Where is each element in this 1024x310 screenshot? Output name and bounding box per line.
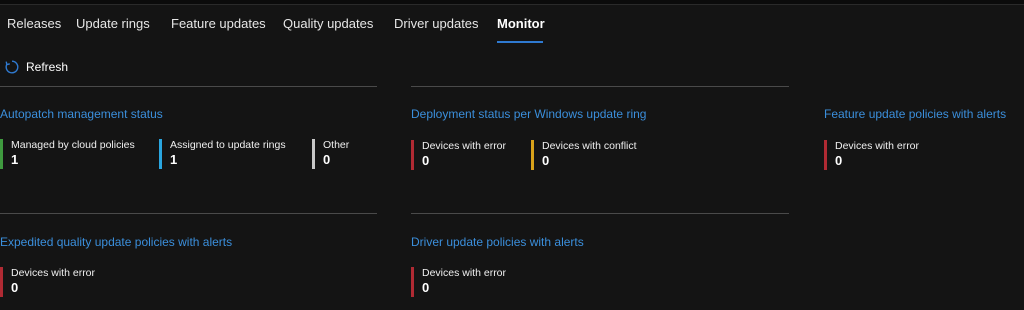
refresh-button[interactable]: Refresh bbox=[4, 58, 68, 76]
card-title[interactable]: Deployment status per Windows update rin… bbox=[411, 107, 789, 121]
metric-value: 0 bbox=[542, 153, 550, 168]
metric-value: 0 bbox=[835, 153, 843, 168]
metric-assigned-to-update-rings[interactable]: Assigned to update rings 1 bbox=[159, 139, 286, 169]
metric-label: Other bbox=[323, 139, 350, 151]
divider bbox=[0, 86, 377, 87]
tab-monitor[interactable]: Monitor bbox=[497, 16, 545, 31]
card-title[interactable]: Feature update policies with alerts bbox=[824, 107, 1024, 121]
divider bbox=[0, 213, 377, 214]
metric-label: Devices with error bbox=[422, 140, 507, 152]
metric-devices-with-conflict[interactable]: Devices with conflict 0 bbox=[531, 140, 637, 170]
metric-value: 1 bbox=[11, 152, 19, 167]
card-title[interactable]: Driver update policies with alerts bbox=[411, 235, 789, 249]
metric-label: Assigned to update rings bbox=[170, 139, 286, 151]
metric-label: Managed by cloud policies bbox=[11, 139, 135, 151]
metric-devices-with-error[interactable]: Devices with error 0 bbox=[0, 267, 95, 297]
divider bbox=[411, 86, 789, 87]
metric-managed-by-cloud-policies[interactable]: Managed by cloud policies 1 bbox=[0, 139, 135, 169]
tab-update-rings[interactable]: Update rings bbox=[76, 16, 150, 31]
metric-label: Devices with error bbox=[11, 267, 96, 279]
tab-feature-updates[interactable]: Feature updates bbox=[171, 16, 266, 31]
card-feature-update-alerts: Feature update policies with alerts Devi… bbox=[824, 107, 1024, 177]
card-title[interactable]: Autopatch management status bbox=[0, 107, 377, 121]
tab-strip: Releases Update rings Feature updates Qu… bbox=[0, 5, 1024, 43]
card-expedited-quality-update-alerts: Expedited quality update policies with a… bbox=[0, 235, 377, 305]
refresh-label: Refresh bbox=[26, 60, 69, 74]
divider bbox=[411, 213, 789, 214]
metric-label: Devices with error bbox=[835, 140, 920, 152]
metric-devices-with-error[interactable]: Devices with error 0 bbox=[411, 267, 506, 297]
card-driver-update-alerts: Driver update policies with alerts Devic… bbox=[411, 235, 789, 305]
metric-label: Devices with error bbox=[422, 267, 507, 279]
tab-releases[interactable]: Releases bbox=[7, 16, 61, 31]
metric-other[interactable]: Other 0 bbox=[312, 139, 349, 169]
tab-driver-updates[interactable]: Driver updates bbox=[394, 16, 479, 31]
refresh-icon bbox=[4, 59, 20, 75]
metric-label: Devices with conflict bbox=[542, 140, 637, 152]
metric-devices-with-error[interactable]: Devices with error 0 bbox=[411, 140, 506, 170]
metric-devices-with-error[interactable]: Devices with error 0 bbox=[824, 140, 919, 170]
metric-value: 0 bbox=[11, 280, 19, 295]
metric-value: 0 bbox=[422, 280, 430, 295]
metric-value: 0 bbox=[323, 152, 331, 167]
active-tab-indicator bbox=[497, 41, 543, 43]
tab-quality-updates[interactable]: Quality updates bbox=[283, 16, 373, 31]
card-autopatch-management-status: Autopatch management status Managed by c… bbox=[0, 107, 377, 177]
metric-value: 1 bbox=[170, 152, 178, 167]
card-title[interactable]: Expedited quality update policies with a… bbox=[0, 235, 377, 249]
metric-value: 0 bbox=[422, 153, 430, 168]
card-deployment-status: Deployment status per Windows update rin… bbox=[411, 107, 789, 177]
